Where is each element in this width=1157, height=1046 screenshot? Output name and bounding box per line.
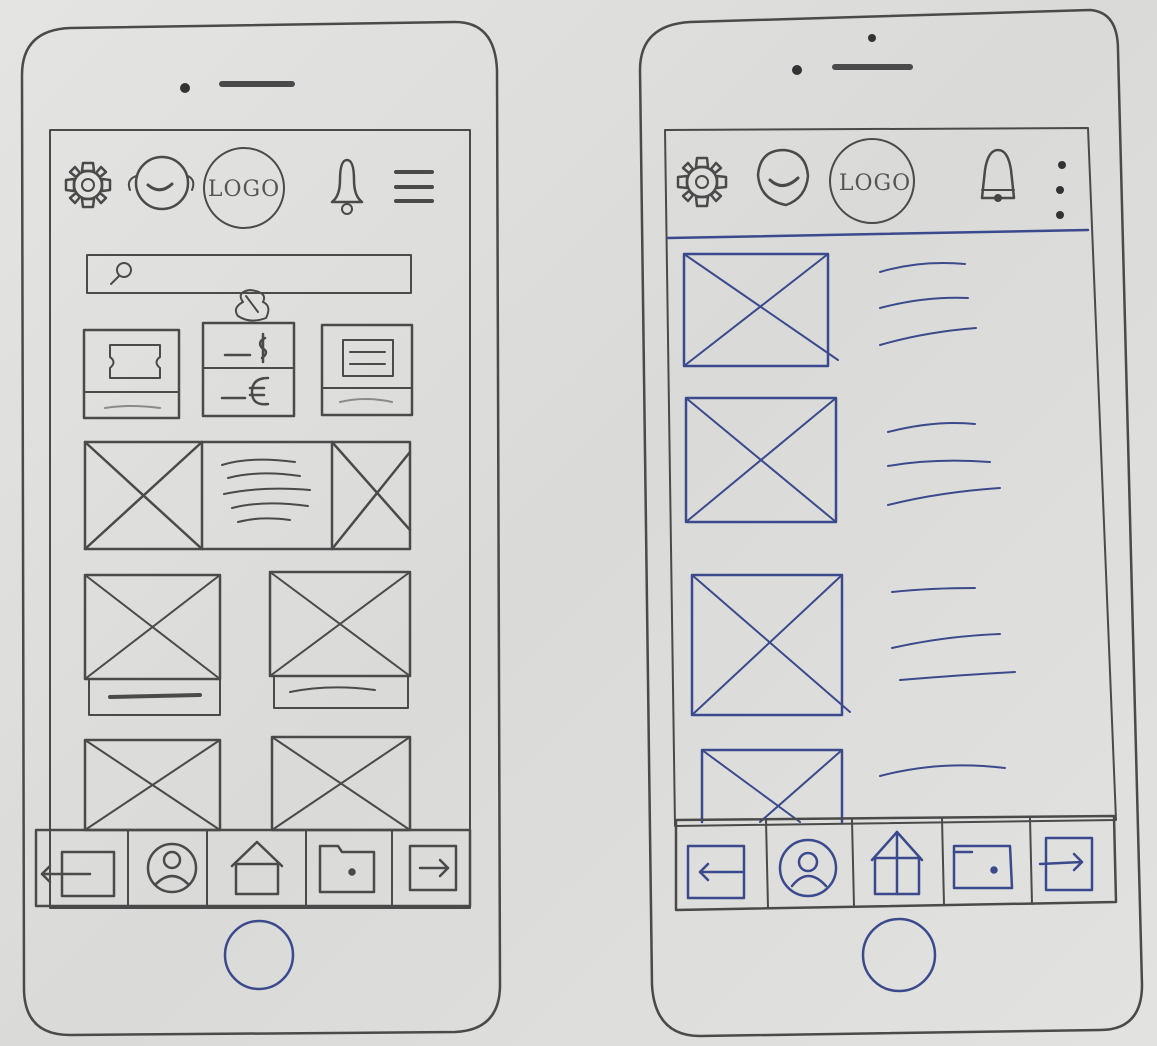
avatar-icon[interactable] <box>127 155 195 211</box>
camera-dot <box>868 34 876 42</box>
gear-icon[interactable] <box>64 161 112 209</box>
header-divider <box>666 228 1090 240</box>
logout-icon[interactable] <box>1038 836 1094 892</box>
home-icon[interactable] <box>230 840 284 896</box>
banner-text-lines <box>221 458 311 523</box>
wireframe-sketch: LOGO LOGO <box>20 8 1144 1038</box>
home-button[interactable] <box>861 917 937 993</box>
product-card[interactable] <box>83 573 222 716</box>
search-icon <box>110 262 132 285</box>
bell-icon[interactable] <box>980 148 1016 202</box>
logo: LOGO <box>829 138 915 224</box>
logo: LOGO <box>203 147 285 229</box>
back-icon[interactable] <box>40 850 116 898</box>
folder-icon[interactable] <box>318 844 376 894</box>
quick-action-list[interactable] <box>320 323 414 417</box>
currency-icon <box>220 332 270 406</box>
image-placeholder <box>83 440 412 551</box>
logo-text: LOGO <box>839 171 911 196</box>
folder-icon[interactable] <box>952 844 1014 890</box>
banner-carousel[interactable] <box>83 440 412 551</box>
search-bar[interactable] <box>86 254 412 294</box>
home-icon[interactable] <box>870 830 924 896</box>
phone-right: LOGO <box>638 8 1144 1038</box>
phone-left: LOGO <box>20 20 502 1037</box>
quick-action-ticket[interactable] <box>82 328 181 420</box>
logout-icon[interactable] <box>408 844 458 892</box>
menu-icon[interactable] <box>394 170 434 203</box>
profile-icon[interactable] <box>146 842 198 894</box>
more-options-icon[interactable] <box>1056 161 1066 219</box>
money-bag-icon <box>234 289 270 322</box>
bell-icon[interactable] <box>330 158 364 215</box>
product-card[interactable] <box>270 735 412 832</box>
list-icon <box>342 339 394 377</box>
camera-dot <box>180 83 190 93</box>
sensor-dot <box>792 65 802 75</box>
quick-action-currency[interactable] <box>201 321 296 418</box>
avatar-icon[interactable] <box>756 148 810 207</box>
home-button[interactable] <box>223 919 295 991</box>
profile-icon[interactable] <box>778 838 838 898</box>
ticket-icon <box>109 344 161 379</box>
logo-text: LOGO <box>208 177 280 202</box>
list-item[interactable] <box>690 573 1016 717</box>
list-item[interactable] <box>682 252 977 368</box>
back-icon[interactable] <box>686 844 746 900</box>
product-card[interactable] <box>83 738 222 832</box>
list-item[interactable] <box>700 748 1006 824</box>
product-card[interactable] <box>268 570 412 709</box>
list-item[interactable] <box>684 396 1001 524</box>
gear-icon[interactable] <box>676 156 728 208</box>
